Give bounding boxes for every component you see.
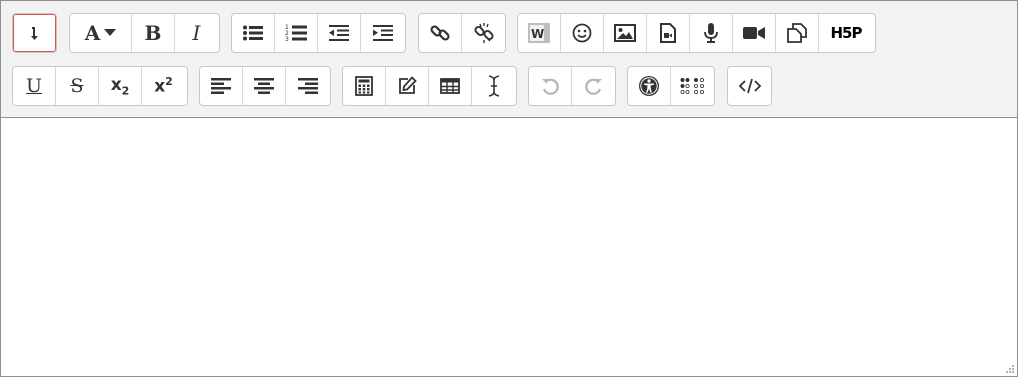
svg-text:W: W xyxy=(531,27,544,41)
toolbar-group-collapse xyxy=(12,13,57,53)
link-button[interactable] xyxy=(419,14,462,52)
subscript-button[interactable]: x2 xyxy=(99,67,142,105)
record-video-button[interactable] xyxy=(733,14,776,52)
equation-editor-button[interactable] xyxy=(343,67,386,105)
toolbar-group-align xyxy=(199,66,331,106)
undo-button[interactable] xyxy=(529,67,572,105)
text-cursor-icon xyxy=(488,75,499,97)
bold-button[interactable]: B xyxy=(132,14,175,52)
undo-icon xyxy=(542,78,559,95)
superscript-label: x2 xyxy=(154,75,173,97)
subscript-digit: 2 xyxy=(121,84,130,98)
microphone-icon xyxy=(704,23,718,43)
toolbar-group-insert xyxy=(342,66,517,106)
font-color-button[interactable]: A xyxy=(70,14,132,52)
toolbar-group-lists: 1 2 3 xyxy=(231,13,406,53)
editor-content-area[interactable] xyxy=(1,118,1017,376)
toolbar-group-style: A B I xyxy=(69,13,220,53)
align-center-button[interactable] xyxy=(243,67,286,105)
caret-down-icon xyxy=(104,29,117,36)
file-video-icon xyxy=(660,23,676,43)
h5p-button[interactable]: H5P xyxy=(819,14,873,52)
rich-text-editor: A B I 1 2 3 W H5P U S x2 x2 xyxy=(0,0,1018,377)
align-left-icon xyxy=(211,78,231,94)
accessibility-icon xyxy=(639,76,659,96)
toolbar-group-formatting: U S x2 x2 xyxy=(12,66,188,106)
align-left-button[interactable] xyxy=(200,67,243,105)
table-icon xyxy=(440,78,460,94)
strikethrough-label: S xyxy=(70,75,84,97)
link-icon xyxy=(430,25,450,41)
clear-formatting-button[interactable] xyxy=(472,67,515,105)
toolbar-group-html xyxy=(727,66,772,106)
unlink-button[interactable] xyxy=(462,14,505,52)
svg-text:3: 3 xyxy=(285,36,289,42)
redo-icon xyxy=(584,78,602,95)
align-center-icon xyxy=(254,78,274,94)
subscript-base: x xyxy=(110,74,122,95)
superscript-digit: 2 xyxy=(165,75,173,89)
toolbar-group-history xyxy=(528,66,616,106)
code-icon xyxy=(738,78,761,94)
ordered-list-button[interactable]: 1 2 3 xyxy=(275,14,318,52)
outdent-button[interactable] xyxy=(318,14,361,52)
underline-label: U xyxy=(25,75,42,97)
resize-handle-icon[interactable] xyxy=(1005,364,1015,374)
align-right-icon xyxy=(297,78,318,94)
numbered-list-icon: 1 2 3 xyxy=(285,24,307,42)
font-color-label: A xyxy=(84,21,101,45)
emoji-button[interactable] xyxy=(561,14,604,52)
redo-button[interactable] xyxy=(572,67,615,105)
accessibility-checker-button[interactable] xyxy=(628,67,671,105)
braille-icon xyxy=(679,77,704,94)
toolbar-group-accessibility xyxy=(627,66,715,106)
superscript-base: x xyxy=(154,76,166,97)
video-camera-icon xyxy=(743,27,765,39)
word-import-icon: W xyxy=(528,23,550,43)
outdent-icon xyxy=(329,25,349,41)
superscript-button[interactable]: x2 xyxy=(142,67,185,105)
record-audio-button[interactable] xyxy=(690,14,733,52)
bullet-list-icon xyxy=(243,25,263,41)
italic-button[interactable]: I xyxy=(175,14,218,52)
bold-label: B xyxy=(144,21,162,45)
toolbar-group-media: W H5P xyxy=(517,13,876,53)
show-more-buttons-button[interactable] xyxy=(13,14,56,52)
subscript-label: x2 xyxy=(111,75,130,97)
word-import-button[interactable]: W xyxy=(518,14,561,52)
toolbar-group-links xyxy=(418,13,506,53)
align-right-button[interactable] xyxy=(286,67,329,105)
editor-toolbar: A B I 1 2 3 W H5P U S x2 x2 xyxy=(1,1,1017,118)
copy-files-icon xyxy=(787,23,807,43)
manage-files-button[interactable] xyxy=(776,14,819,52)
strikethrough-button[interactable]: S xyxy=(56,67,99,105)
media-button[interactable] xyxy=(647,14,690,52)
underline-button[interactable]: U xyxy=(13,67,56,105)
italic-label: I xyxy=(192,21,201,45)
indent-icon xyxy=(372,25,393,41)
indent-button[interactable] xyxy=(361,14,404,52)
unlink-icon xyxy=(473,23,494,43)
unordered-list-button[interactable] xyxy=(232,14,275,52)
h5p-logo: H5P xyxy=(830,24,863,42)
html-source-button[interactable] xyxy=(728,67,771,105)
table-button[interactable] xyxy=(429,67,472,105)
screen-reader-helper-button[interactable] xyxy=(671,67,714,105)
calculator-icon xyxy=(355,76,373,96)
edit-button[interactable] xyxy=(386,67,429,105)
arrow-down-icon xyxy=(30,27,38,40)
smiley-icon xyxy=(572,23,592,43)
image-button[interactable] xyxy=(604,14,647,52)
pencil-square-icon xyxy=(399,76,417,94)
image-icon xyxy=(614,24,636,42)
